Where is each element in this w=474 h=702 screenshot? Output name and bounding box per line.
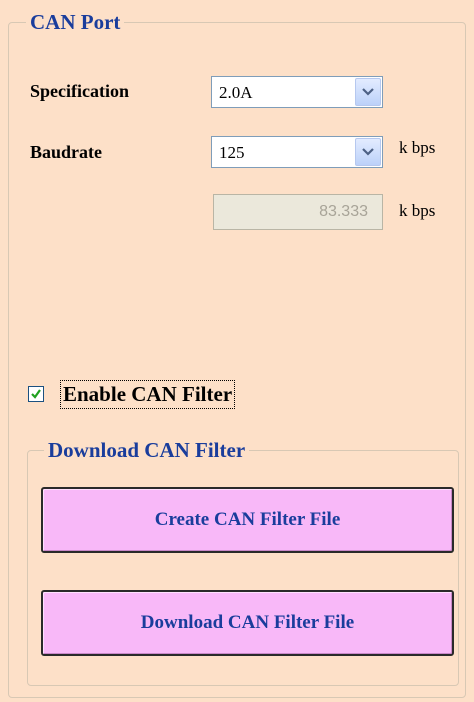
custom-baudrate-field: 83.333 <box>213 194 383 230</box>
baudrate-unit: k bps <box>399 138 436 157</box>
chevron-down-icon[interactable] <box>355 138 381 166</box>
custom-baudrate-value: 83.333 <box>319 203 368 220</box>
enable-can-filter-label[interactable]: Enable CAN Filter <box>60 380 236 409</box>
chevron-down-icon[interactable] <box>355 78 381 106</box>
specification-select[interactable]: 2.0A <box>211 76 383 108</box>
specification-label: Specification <box>30 81 129 101</box>
baudrate-label: Baudrate <box>30 142 102 162</box>
create-can-filter-file-button[interactable]: Create CAN Filter File <box>41 487 454 553</box>
enable-can-filter-toggle[interactable]: Enable CAN Filter <box>24 378 314 412</box>
custom-baudrate-unit: k bps <box>399 201 436 220</box>
baudrate-value: 125 <box>219 143 245 162</box>
download-can-filter-file-button[interactable]: Download CAN Filter File <box>41 590 454 656</box>
create-can-filter-file-label: Create CAN Filter File <box>154 509 341 530</box>
download-can-filter-file-label: Download CAN Filter File <box>140 612 355 633</box>
baudrate-select[interactable]: 125 <box>211 136 383 168</box>
specification-value: 2.0A <box>219 83 253 102</box>
can-port-group-title: CAN Port <box>26 9 125 35</box>
download-can-filter-title: Download CAN Filter <box>44 437 250 463</box>
enable-can-filter-checkbox[interactable] <box>28 386 44 402</box>
can-config-panel: CAN Port Specification 2.0A Baudrate 125… <box>0 0 474 702</box>
